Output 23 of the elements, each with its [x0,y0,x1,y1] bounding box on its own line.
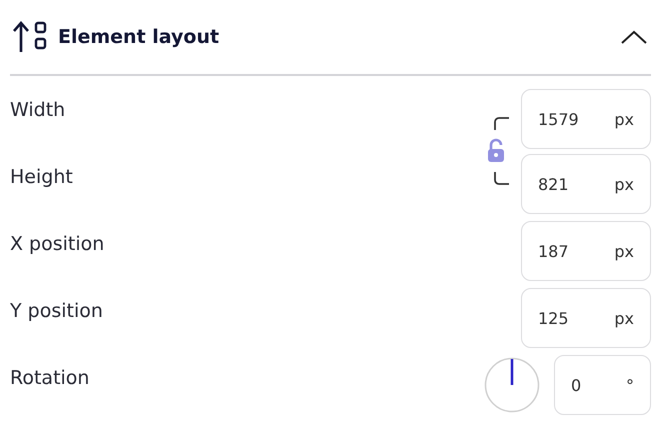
number-input[interactable]: 187 px [521,221,651,281]
unit-label: ° [626,376,634,394]
field-label: Rotation [10,366,90,390]
number-input[interactable]: 1579 px [521,89,651,149]
value-text: 125 [538,308,588,328]
field-label: X position [10,232,106,256]
section-title: Element layout [58,26,220,48]
field-label: Y position [10,298,104,324]
field-label: Width [10,98,66,122]
number-input[interactable]: 125 px [521,288,651,348]
value-text: 821 [538,174,588,194]
number-input[interactable]: 0 ° [554,355,651,415]
value-text: 187 [538,242,588,260]
number-input[interactable]: 821 px [521,154,651,214]
unit-label: px [614,174,634,194]
field-label: Height [10,164,74,190]
unit-label: px [614,110,634,128]
unit-label: px [614,242,634,260]
chevron-icon [621,29,647,45]
value-text: 1579 [538,110,588,128]
rotation-dial[interactable] [484,357,540,413]
value-text: 0 [571,376,621,394]
unit-label: px [614,308,634,328]
